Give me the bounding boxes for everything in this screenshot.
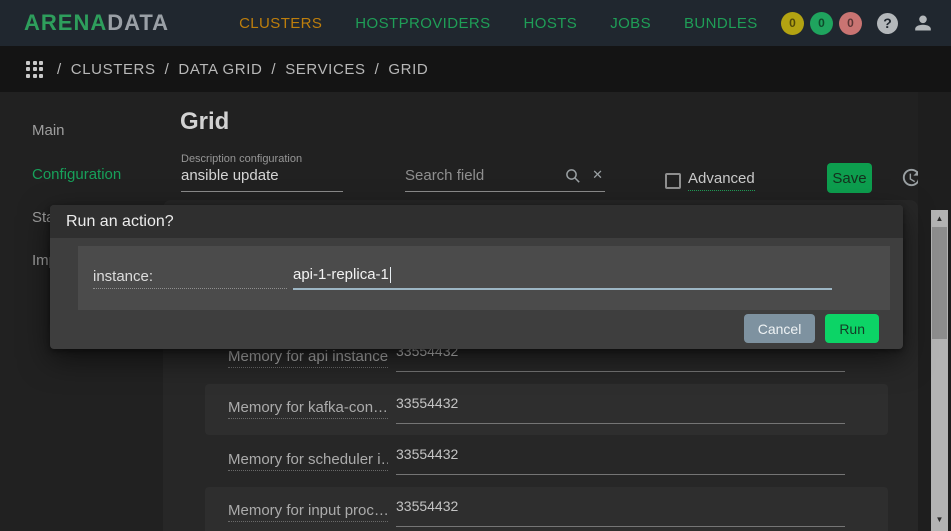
instance-input-value: api-1-replica-1: [293, 266, 389, 283]
save-button[interactable]: Save: [827, 163, 872, 193]
config-search: ✕: [405, 167, 605, 192]
breadcrumb-separator: /: [375, 61, 380, 78]
scroll-down-icon[interactable]: ▼: [931, 512, 948, 526]
advanced-checkbox[interactable]: [665, 173, 681, 189]
instance-input[interactable]: api-1-replica-1: [293, 266, 832, 290]
dialog-form-panel: instance: api-1-replica-1: [78, 246, 890, 310]
page-title: Grid: [180, 108, 229, 136]
config-field-input[interactable]: 33554432: [396, 446, 845, 475]
nav-item-hosts[interactable]: HOSTS: [524, 15, 578, 32]
run-action-dialog: Run an action? instance: api-1-replica-1…: [50, 205, 903, 349]
sidebar-item-main[interactable]: Main: [32, 122, 65, 139]
breadcrumb-separator: /: [165, 61, 170, 78]
instance-field-label: instance:: [93, 268, 287, 289]
config-field-row: Memory for scheduler i… 33554432: [205, 435, 888, 487]
dialog-footer: Cancel Run: [50, 310, 903, 343]
config-field-label: Memory for scheduler i…: [228, 451, 388, 471]
config-field-row: Memory for kafka-con… 33554432: [205, 384, 888, 436]
config-field-label: Memory for input proc…: [228, 502, 388, 522]
vertical-scrollbar[interactable]: ▲ ▼: [931, 210, 948, 531]
adcm-app-window: ARENADATA CLUSTERS HOSTPROVIDERS HOSTS J…: [0, 0, 951, 531]
nav-item-hostproviders[interactable]: HOSTPROVIDERS: [355, 15, 490, 32]
arenadata-logo[interactable]: ARENADATA: [24, 10, 169, 36]
breadcrumb-grid[interactable]: GRID: [388, 61, 428, 78]
config-field-label: Memory for kafka-con…: [228, 399, 388, 419]
dialog-title: Run an action?: [50, 205, 903, 238]
breadcrumb-clusters[interactable]: CLUSTERS: [71, 61, 156, 78]
account-icon[interactable]: [911, 11, 935, 35]
config-field-input[interactable]: 33554432: [396, 498, 845, 527]
config-field-label: Memory for api instance:: [228, 348, 388, 368]
nav-item-jobs[interactable]: JOBS: [610, 15, 651, 32]
cancel-button[interactable]: Cancel: [744, 314, 816, 343]
scrollbar-thumb[interactable]: [932, 227, 947, 339]
description-config-label: Description configuration: [181, 153, 302, 165]
job-status-badge-red[interactable]: 0: [839, 12, 862, 35]
breadcrumb: / CLUSTERS / DATA GRID / SERVICES / GRID: [57, 61, 428, 78]
advanced-toggle[interactable]: Advanced: [665, 170, 755, 191]
search-icon[interactable]: [565, 168, 581, 189]
logo-text-data: DATA: [107, 10, 169, 35]
config-field-list: Memory for api instance: 33554432 Memory…: [163, 332, 918, 531]
config-field-input[interactable]: 33554432: [396, 395, 845, 424]
top-nav-bar: ARENADATA CLUSTERS HOSTPROVIDERS HOSTS J…: [0, 0, 951, 46]
advanced-label: Advanced: [688, 170, 755, 191]
text-caret: [390, 267, 392, 283]
clear-search-icon[interactable]: ✕: [592, 167, 603, 183]
nav-item-clusters[interactable]: CLUSTERS: [239, 15, 322, 32]
main-nav: CLUSTERS HOSTPROVIDERS HOSTS JOBS BUNDLE…: [239, 15, 758, 32]
job-status-badge-yellow[interactable]: 0: [781, 12, 804, 35]
logo-text-arena: ARENA: [24, 10, 107, 35]
description-config-input[interactable]: [181, 167, 343, 192]
breadcrumb-separator: /: [57, 61, 62, 78]
toolbar-bar: / CLUSTERS / DATA GRID / SERVICES / GRID…: [0, 46, 951, 92]
breadcrumb-separator: /: [271, 61, 276, 78]
help-icon[interactable]: ?: [877, 13, 898, 34]
job-status-badge-green[interactable]: 0: [810, 12, 833, 35]
apps-grid-icon[interactable]: [26, 61, 43, 78]
run-button[interactable]: Run: [825, 314, 879, 343]
top-nav-right: 0 0 0 ?: [781, 0, 935, 46]
sidebar-item-configuration[interactable]: Configuration: [32, 166, 121, 183]
breadcrumb-services[interactable]: SERVICES: [285, 61, 365, 78]
nav-item-bundles[interactable]: BUNDLES: [684, 15, 758, 32]
scroll-up-icon[interactable]: ▲: [931, 211, 948, 225]
breadcrumb-data-grid[interactable]: DATA GRID: [178, 61, 262, 78]
config-field-row: Memory for input proc… 33554432: [205, 487, 888, 531]
